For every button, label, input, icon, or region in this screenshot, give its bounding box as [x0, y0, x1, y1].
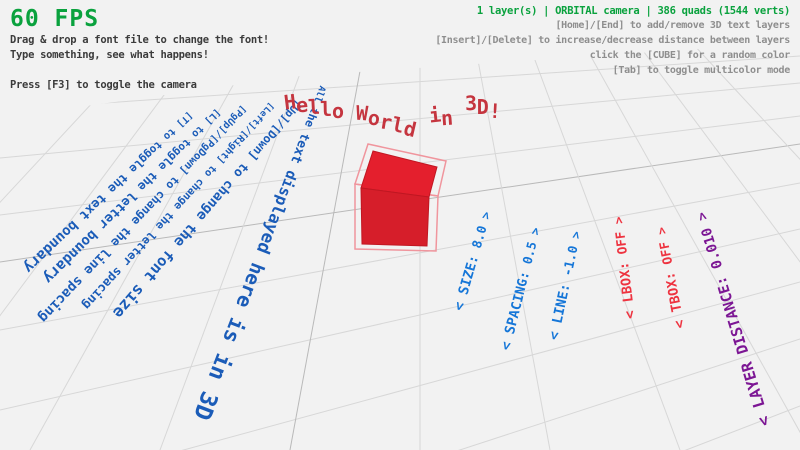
help-layers: [Home]/[End] to add/remove 3D text layer…	[435, 20, 790, 35]
help-cube-click: click the [CUBE] for a random color	[435, 50, 790, 65]
left-help-text: Drag & drop a font file to change the fo…	[10, 34, 269, 94]
help-type: Type something, see what happens!	[10, 49, 269, 64]
viewport[interactable]: [T] to toggle the text boundary[L] to to…	[0, 0, 800, 450]
stats-line: 1 layer(s) | ORBITAL camera | 386 quads …	[435, 5, 790, 20]
help-multicolor: [Tab] to toggle multicolor mode	[435, 65, 790, 80]
help-distance: [Insert]/[Delete] to increase/decrease d…	[435, 35, 790, 50]
help-spacer	[10, 64, 269, 79]
fps-counter: 60 FPS	[10, 6, 99, 32]
right-help-text: 1 layer(s) | ORBITAL camera | 386 quads …	[435, 5, 790, 80]
cube[interactable]	[361, 151, 437, 246]
help-drag-drop: Drag & drop a font file to change the fo…	[10, 34, 269, 49]
hello-world-3d-text: Hello World in 3D!	[284, 92, 501, 112]
help-camera: Press [F3] to toggle the camera	[10, 79, 269, 94]
